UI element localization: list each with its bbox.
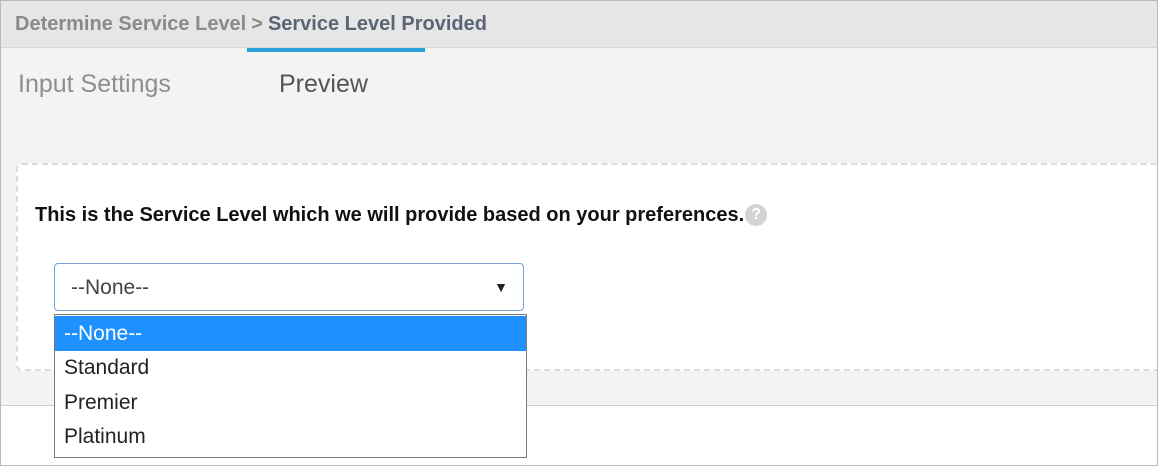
breadcrumb-parent-link[interactable]: Determine Service Level <box>15 13 246 35</box>
tab-input-settings[interactable]: Input Settings <box>18 68 228 118</box>
tab-bar: Input Settings Preview <box>1 48 1157 118</box>
option-none[interactable]: --None-- <box>55 316 526 351</box>
service-level-select[interactable]: --None-- ▼ <box>54 263 524 311</box>
chevron-down-icon: ▼ <box>494 279 508 295</box>
service-level-options: --None-- Standard Premier Platinum <box>54 314 527 458</box>
option-premier[interactable]: Premier <box>55 386 526 419</box>
option-standard[interactable]: Standard <box>55 351 526 384</box>
question-circle-icon[interactable]: ? <box>745 204 768 226</box>
service-level-question: This is the Service Level which we will … <box>35 201 768 229</box>
breadcrumb: Determine Service Level > Service Level Pr… <box>15 12 487 36</box>
breadcrumb-separator: > <box>251 13 263 35</box>
active-tab-indicator <box>247 48 425 52</box>
breadcrumb-current: Service Level Provided <box>267 13 487 35</box>
page-header: Determine Service Level > Service Level Pr… <box>1 1 1157 48</box>
question-text: This is the Service Level which we will … <box>35 204 745 226</box>
select-current-value: --None-- <box>71 276 150 299</box>
option-platinum[interactable]: Platinum <box>55 420 526 453</box>
tab-input-settings-label: Input Settings <box>18 70 171 98</box>
app-frame: Determine Service Level > Service Level Pr… <box>0 0 1158 466</box>
tab-preview[interactable]: Preview <box>247 48 425 118</box>
tab-preview-label: Preview <box>279 70 368 98</box>
